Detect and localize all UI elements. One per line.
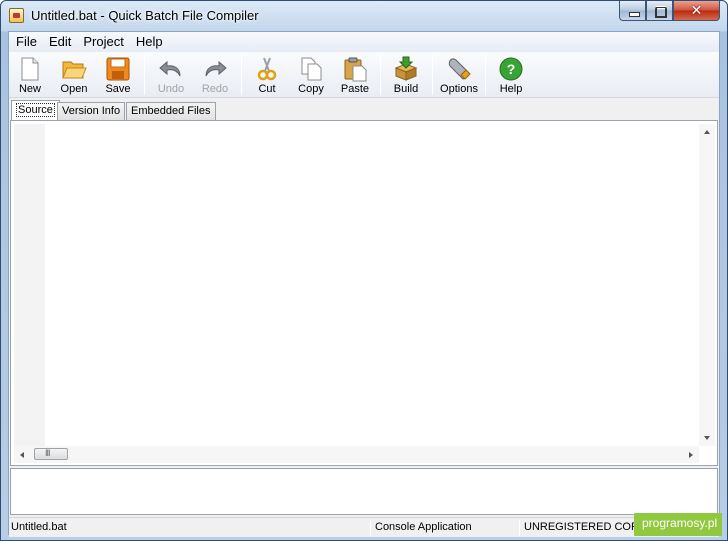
- wrench-icon: [448, 58, 471, 80]
- build-label: Build: [393, 83, 419, 95]
- tab-version-info-label: Version Info: [62, 105, 121, 117]
- status-registration: UNREGISTERED COPY: [524, 521, 646, 533]
- menu-edit[interactable]: Edit: [43, 32, 77, 52]
- menu-help[interactable]: Help: [130, 32, 169, 52]
- tab-strip: Source Version Info Embedded Files: [9, 100, 719, 120]
- new-button[interactable]: New: [9, 54, 51, 96]
- close-button[interactable]: ✕: [673, 1, 720, 21]
- status-bar: Untitled.bat Console Application UNREGIS…: [9, 517, 719, 537]
- build-button[interactable]: Build: [385, 54, 427, 96]
- help-button[interactable]: ? Help: [490, 54, 532, 96]
- redo-button[interactable]: Redo: [194, 54, 236, 96]
- status-app-type: Console Application: [375, 521, 472, 533]
- status-divider: [519, 520, 520, 536]
- menu-file[interactable]: File: [9, 32, 43, 52]
- undo-button[interactable]: Undo: [150, 54, 192, 96]
- minimize-button[interactable]: [619, 1, 646, 21]
- clipboard-paste-icon: [344, 57, 367, 82]
- open-folder-icon: [62, 61, 87, 79]
- vertical-scrollbar[interactable]: [699, 124, 715, 446]
- status-divider: [370, 520, 371, 536]
- copy-button[interactable]: Copy: [290, 54, 332, 96]
- options-label: Options: [440, 83, 478, 95]
- tab-embedded-files[interactable]: Embedded Files: [126, 102, 216, 120]
- save-label: Save: [105, 83, 131, 95]
- build-box-icon: [394, 56, 418, 81]
- scroll-right-icon[interactable]: [689, 452, 693, 458]
- scroll-down-icon[interactable]: [704, 436, 710, 440]
- redo-label: Redo: [201, 83, 229, 95]
- line-number-gutter: [14, 124, 45, 446]
- title-bar[interactable]: Untitled.bat - Quick Batch File Compiler…: [1, 1, 727, 31]
- open-button[interactable]: Open: [53, 54, 95, 96]
- svg-text:?: ?: [507, 61, 516, 77]
- help-label: Help: [499, 83, 523, 95]
- paste-button[interactable]: Paste: [334, 54, 376, 96]
- save-button[interactable]: Save: [97, 54, 139, 96]
- output-panel[interactable]: [10, 468, 718, 515]
- save-disk-icon: [106, 57, 130, 81]
- app-icon[interactable]: [9, 8, 24, 23]
- copy-icon: [301, 57, 322, 81]
- horizontal-scroll-thumb[interactable]: [34, 448, 68, 460]
- options-button[interactable]: Options: [438, 54, 480, 96]
- scissors-icon: [257, 57, 277, 81]
- source-editor-frame: [10, 120, 718, 466]
- redo-arrow-icon: [205, 60, 227, 77]
- paste-label: Paste: [340, 83, 370, 95]
- status-file-name: Untitled.bat: [11, 521, 67, 533]
- toolbar: New Open Save Undo Redo Cut Copy Paste B…: [9, 52, 719, 98]
- menu-bar: File Edit Project Help: [9, 32, 719, 52]
- help-question-icon: ?: [499, 57, 523, 81]
- source-editor[interactable]: [45, 124, 699, 446]
- client-area: File Edit Project Help New Open Save Und…: [8, 31, 720, 537]
- tab-version-info[interactable]: Version Info: [57, 102, 126, 120]
- tab-embedded-files-label: Embedded Files: [131, 105, 211, 117]
- application-window: Untitled.bat - Quick Batch File Compiler…: [0, 0, 728, 541]
- tab-source[interactable]: Source: [11, 100, 60, 120]
- maximize-button[interactable]: [646, 1, 673, 21]
- undo-arrow-icon: [159, 60, 181, 77]
- horizontal-scrollbar[interactable]: [14, 446, 699, 463]
- watermark-badge: programosy.pl: [634, 513, 722, 536]
- scroll-left-icon[interactable]: [20, 452, 24, 458]
- tab-source-label: Source: [16, 103, 55, 117]
- close-icon: ✕: [690, 2, 703, 18]
- menu-project[interactable]: Project: [77, 32, 129, 52]
- window-title: Untitled.bat - Quick Batch File Compiler: [31, 8, 259, 23]
- new-file-icon: [21, 57, 39, 81]
- cut-button[interactable]: Cut: [246, 54, 288, 96]
- scroll-up-icon[interactable]: [704, 130, 710, 134]
